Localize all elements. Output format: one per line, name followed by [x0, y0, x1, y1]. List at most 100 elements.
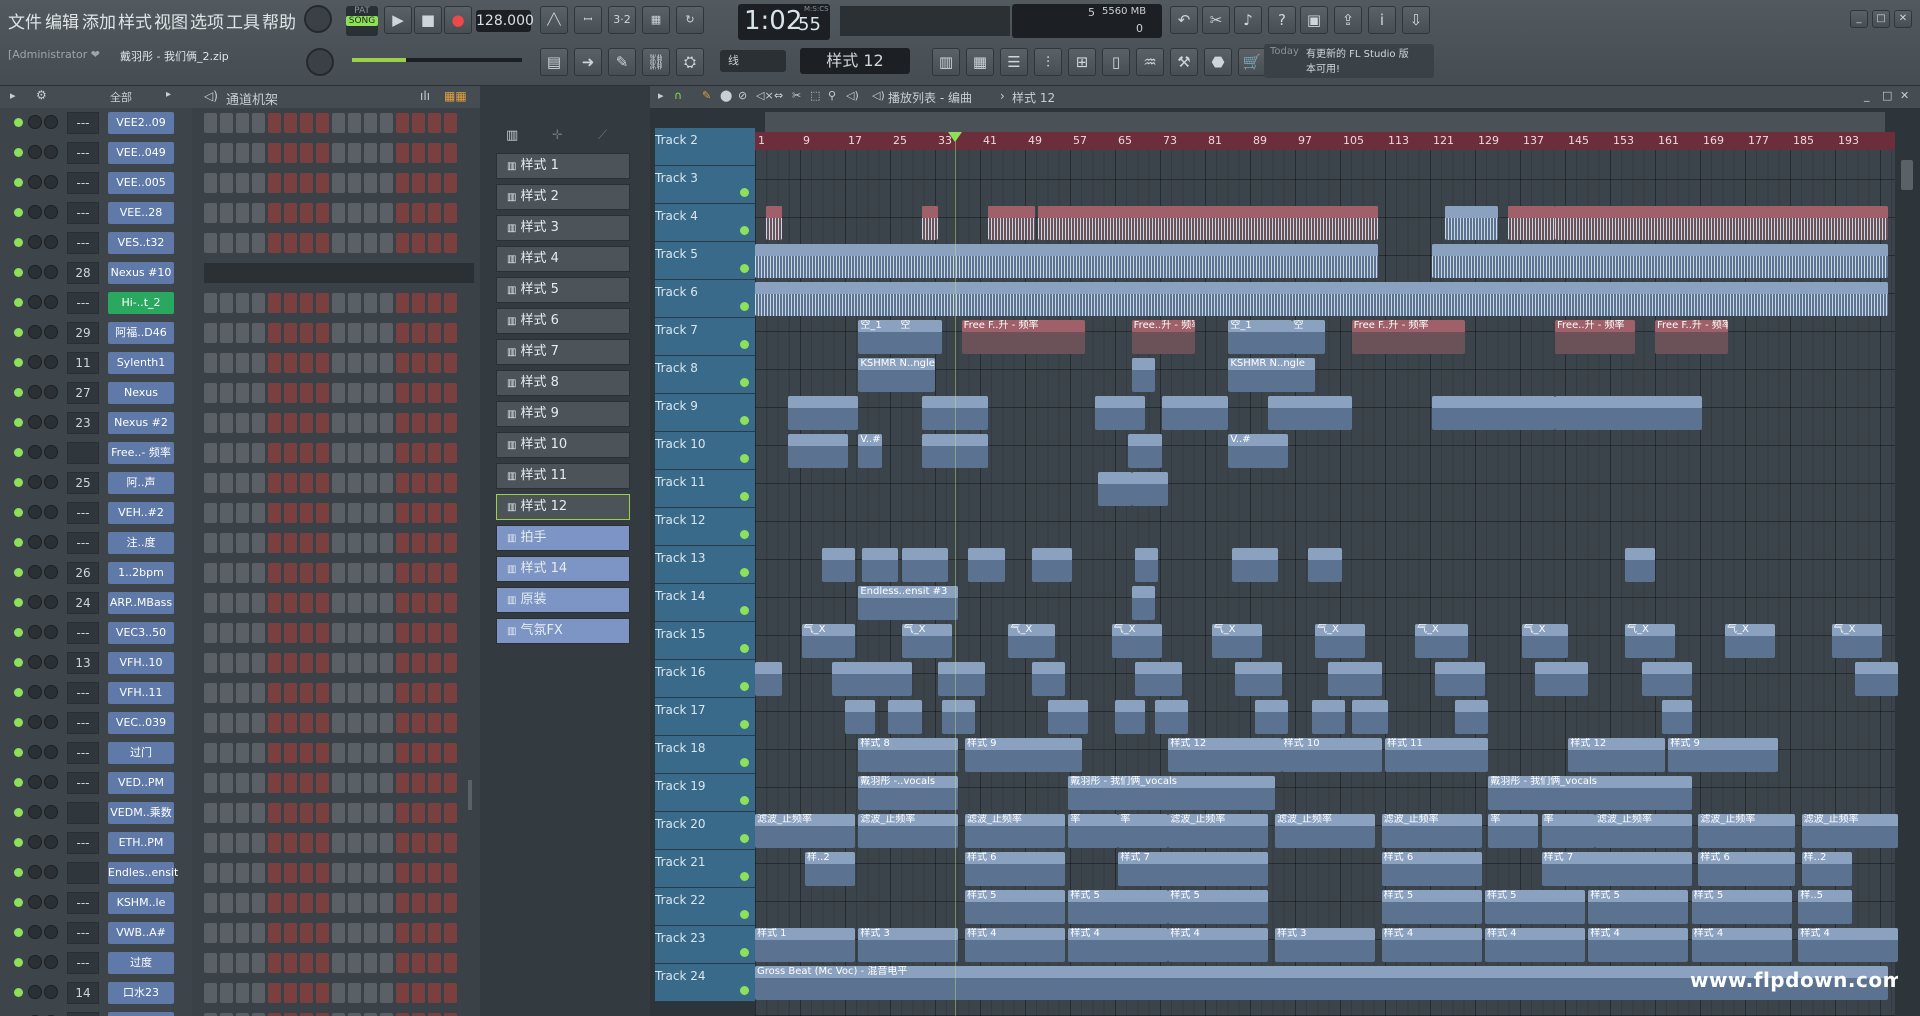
step-button[interactable]	[364, 293, 377, 313]
step-button[interactable]	[396, 443, 409, 463]
step-sequence[interactable]	[204, 683, 474, 703]
step-button[interactable]	[380, 353, 393, 373]
maximize-icon[interactable]: □	[1872, 10, 1890, 28]
step-button[interactable]	[252, 383, 265, 403]
channel-row[interactable]: --- VEC3..50	[0, 618, 480, 648]
step-button[interactable]	[412, 863, 425, 883]
step-button[interactable]	[364, 473, 377, 493]
step-button[interactable]	[412, 293, 425, 313]
step-button[interactable]	[380, 923, 393, 943]
playlist-clip[interactable]: 样..2	[1801, 852, 1852, 886]
master-volume-knob[interactable]	[304, 5, 332, 33]
channel-mixer-track[interactable]: ---	[67, 172, 99, 194]
step-button[interactable]	[284, 893, 297, 913]
channel-mute-led[interactable]	[14, 748, 23, 757]
track-header[interactable]: Track 17	[655, 698, 755, 736]
step-button[interactable]	[268, 803, 281, 823]
playlist-clip[interactable]: 气_X	[1008, 624, 1055, 658]
playlist-clip[interactable]	[1135, 662, 1182, 696]
channel-volume-knob[interactable]	[44, 775, 58, 789]
channel-mute-led[interactable]	[14, 148, 23, 157]
channel-rack-icon[interactable]: ☰	[1000, 48, 1028, 76]
playlist-clip[interactable]: 空	[1291, 320, 1325, 354]
channel-mixer-track[interactable]	[67, 862, 99, 884]
playlist-clip[interactable]: Endless..ensit #3	[858, 586, 959, 620]
step-button[interactable]	[348, 383, 361, 403]
step-button[interactable]	[444, 323, 457, 343]
step-button[interactable]	[348, 683, 361, 703]
step-button[interactable]	[444, 773, 457, 793]
pattern-item[interactable]: ▥ 样式 10	[496, 432, 630, 458]
channel-row[interactable]: VEDM..乘数	[0, 798, 480, 828]
step-button[interactable]	[300, 593, 313, 613]
channel-pan-knob[interactable]	[28, 655, 42, 669]
channel-row[interactable]: --- 过门	[0, 738, 480, 768]
track-header[interactable]: Track 14	[655, 584, 755, 622]
step-button[interactable]	[236, 683, 249, 703]
pattern-item[interactable]: ▥ 样式 9	[496, 401, 630, 427]
channel-name-button[interactable]: 1..2bpm	[108, 562, 174, 584]
step-button[interactable]	[284, 743, 297, 763]
step-button[interactable]	[428, 113, 441, 133]
step-button[interactable]	[380, 443, 393, 463]
step-button[interactable]	[284, 593, 297, 613]
step-button[interactable]	[316, 143, 329, 163]
playlist-clip[interactable]	[1161, 396, 1229, 430]
channel-mixer-track[interactable]: ---	[67, 952, 99, 974]
step-button[interactable]	[236, 383, 249, 403]
step-button[interactable]	[412, 563, 425, 583]
playlist-clip[interactable]: Free F..升 - 频率	[961, 320, 1085, 354]
channel-mute-led[interactable]	[14, 928, 23, 937]
channel-mute-led[interactable]	[14, 568, 23, 577]
browser-settings-icon[interactable]: ⚙	[36, 88, 47, 102]
step-button[interactable]	[220, 893, 233, 913]
channel-pan-knob[interactable]	[28, 715, 42, 729]
step-button[interactable]	[444, 923, 457, 943]
playlist-clip[interactable]: 样式 5	[965, 890, 1065, 924]
step-button[interactable]	[268, 713, 281, 733]
channel-volume-knob[interactable]	[44, 745, 58, 759]
channel-row[interactable]: 25 阿..声	[0, 468, 480, 498]
channel-row[interactable]: --- VEE..005	[0, 168, 480, 198]
step-button[interactable]	[412, 353, 425, 373]
playlist-maximize-icon[interactable]: □	[1882, 89, 1892, 102]
step-button[interactable]	[332, 413, 345, 433]
step-button[interactable]	[300, 923, 313, 943]
channel-name-button[interactable]: VEDM..乘数	[108, 802, 174, 824]
track-active-led[interactable]	[740, 872, 749, 881]
step-button[interactable]	[348, 143, 361, 163]
step-button[interactable]	[268, 623, 281, 643]
playlist-clip[interactable]: 样式 6	[1698, 852, 1795, 886]
channel-name-button[interactable]: ARP..MBass	[108, 592, 174, 614]
channel-row[interactable]: 23 Nexus #2	[0, 408, 480, 438]
channel-row[interactable]: 26 1..2bpm	[0, 558, 480, 588]
step-button[interactable]	[204, 503, 217, 523]
step-button[interactable]	[284, 383, 297, 403]
playlist-clip[interactable]: 气_X	[1625, 624, 1675, 658]
step-button[interactable]	[300, 413, 313, 433]
step-button[interactable]	[236, 833, 249, 853]
pattern-item[interactable]: ▥ 拍手	[496, 525, 630, 551]
playlist-clip[interactable]	[901, 548, 949, 582]
channel-name-button[interactable]: ETH..PM	[108, 832, 174, 854]
step-button[interactable]	[316, 863, 329, 883]
step-button[interactable]	[268, 683, 281, 703]
step-button[interactable]	[444, 413, 457, 433]
channel-mixer-track[interactable]: ---	[67, 622, 99, 644]
step-button[interactable]	[348, 863, 361, 883]
step-button[interactable]	[444, 833, 457, 853]
playlist-clip[interactable]	[1435, 662, 1485, 696]
channel-pan-knob[interactable]	[28, 355, 42, 369]
channel-pan-knob[interactable]	[28, 385, 42, 399]
step-button[interactable]	[268, 503, 281, 523]
step-sequence[interactable]	[204, 653, 474, 673]
step-button[interactable]	[284, 503, 297, 523]
channel-row[interactable]: 27 Nexus	[0, 378, 480, 408]
playlist-clip[interactable]	[861, 548, 899, 582]
step-button[interactable]	[364, 923, 377, 943]
playlist-clip[interactable]: 气_X	[1725, 624, 1775, 658]
step-button[interactable]	[444, 233, 457, 253]
step-button[interactable]	[380, 803, 393, 823]
step-button[interactable]	[252, 803, 265, 823]
playlist-clip[interactable]: 样式 6	[1381, 852, 1482, 886]
